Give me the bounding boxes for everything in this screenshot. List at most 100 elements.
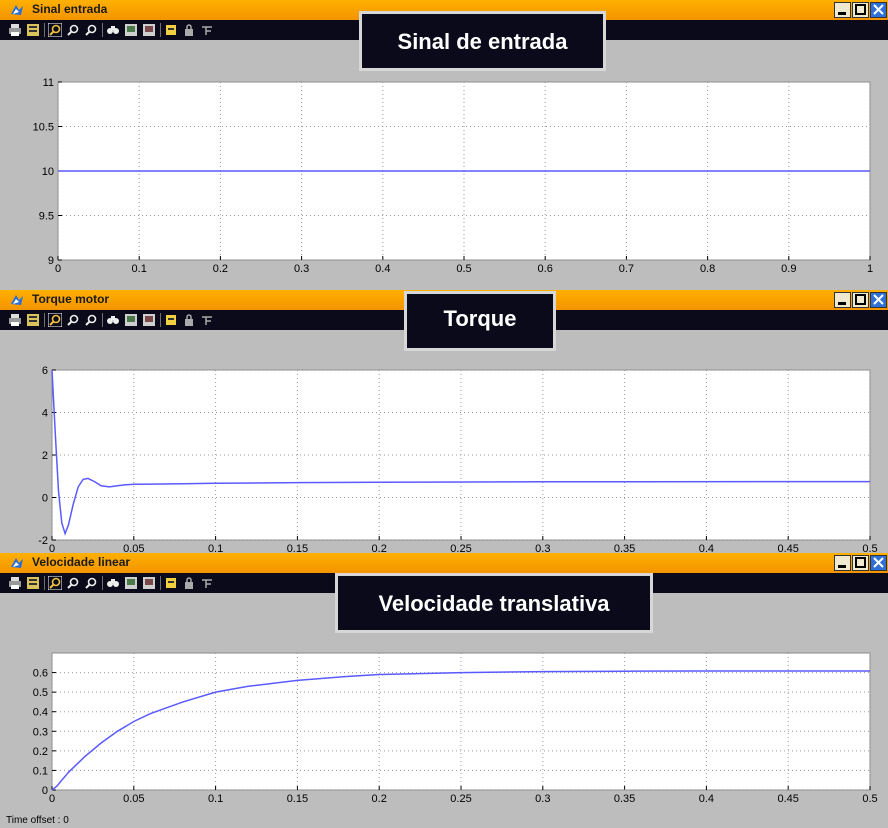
y-tick-label: -2 [38,535,48,547]
y-tick-label: 9.5 [39,211,54,223]
zoom-icon[interactable] [48,23,62,37]
simulink-scope-icon [11,295,23,305]
minimize-button[interactable] [834,555,851,571]
x-tick-label: 0.6 [538,263,553,275]
autoscale-icon[interactable] [106,313,120,327]
time-offset-label: Time offset : [6,815,61,826]
save-axes-icon[interactable] [124,576,138,590]
x-tick-label: 0 [49,793,55,805]
maximize-icon [855,557,866,568]
floating-scope-icon[interactable] [164,313,178,327]
minimize-button[interactable] [834,292,851,308]
plot-area: 0 0.05 0.1 0.15 0.2 0.25 0.3 0.35 0.4 0.45 0.5 0 0.1… [33,652,878,805]
restore-axes-icon[interactable] [142,23,156,37]
maximize-button[interactable] [852,555,869,571]
x-tick-label: 0.5 [862,793,877,805]
zoom-y-icon[interactable] [84,23,98,37]
restore-axes-icon[interactable] [142,313,156,327]
y-tick-label: 9 [48,255,54,267]
y-tick-label: 0 [42,493,48,505]
restore-axes-icon[interactable] [142,576,156,590]
y-tick-label: 2 [42,450,48,462]
maximize-icon [855,294,866,305]
toolbar-separator [160,576,161,590]
toolbar-separator [102,23,103,37]
x-tick-label: 0.1 [208,793,223,805]
save-axes-icon[interactable] [124,23,138,37]
x-tick-label: 0.35 [614,793,635,805]
x-tick-label: 0.3 [294,263,309,275]
x-tick-label: 0.05 [123,793,144,805]
close-icon [873,557,884,568]
x-tick-label: 0.35 [614,543,635,553]
print-icon[interactable] [8,23,22,37]
y-tick-label: 0.2 [33,746,48,758]
print-icon[interactable] [8,313,22,327]
x-tick-label: 0.3 [535,543,550,553]
x-tick-label: 0.2 [372,793,387,805]
y-tick-label: 10.5 [33,122,54,134]
window-title: Velocidade linear [32,555,131,569]
x-tick-label: 0.5 [862,543,877,553]
x-tick-label: 0.4 [699,793,714,805]
x-tick-label: 0.1 [208,543,223,553]
y-tick-label: 4 [42,408,48,420]
zoom-y-icon[interactable] [84,313,98,327]
x-tick-label: 0.25 [450,543,471,553]
scope-window-velocidade: Velocidade linear Velocidade translativa… [0,553,888,828]
zoom-x-icon[interactable] [66,313,80,327]
toolbar-separator [44,576,45,590]
close-icon [873,294,884,305]
x-tick-label: 0.3 [535,793,550,805]
save-axes-icon[interactable] [124,313,138,327]
zoom-x-icon[interactable] [66,576,80,590]
floating-scope-icon[interactable] [164,576,178,590]
toolbar-separator [102,313,103,327]
x-tick-label: 0.5 [456,263,471,275]
zoom-y-icon[interactable] [84,576,98,590]
close-button[interactable] [870,555,887,571]
parameters-icon[interactable] [26,313,40,327]
minimize-button[interactable] [834,2,851,18]
x-tick-label: 0.25 [450,793,471,805]
maximize-button[interactable] [852,2,869,18]
zoom-icon[interactable] [48,313,62,327]
lock-icon[interactable] [182,23,196,37]
print-icon[interactable] [8,576,22,590]
toolbar-separator [102,576,103,590]
y-tick-label: 0.3 [33,726,48,738]
minimize-icon [838,302,846,305]
y-tick-label: 0 [42,785,48,797]
autoscale-icon[interactable] [106,576,120,590]
close-button[interactable] [870,2,887,18]
parameters-icon[interactable] [26,576,40,590]
close-icon [873,4,884,15]
lock-icon[interactable] [182,576,196,590]
signal-selection-icon[interactable] [200,576,214,590]
toolbar-separator [160,313,161,327]
zoom-x-icon[interactable] [66,23,80,37]
x-tick-label: 0.8 [700,263,715,275]
x-tick-label: 0 [49,543,55,553]
time-offset-status: Time offset : 0 [6,815,69,826]
window-title: Sinal entrada [32,2,108,16]
x-tick-label: 0.05 [123,543,144,553]
y-tick-label: 0.6 [33,668,48,680]
window-title: Torque motor [32,292,110,306]
title-bar[interactable]: Velocidade linear [0,553,888,573]
close-button[interactable] [870,292,887,308]
x-tick-label: 0.4 [699,543,714,553]
parameters-icon[interactable] [26,23,40,37]
signal-selection-icon[interactable] [200,23,214,37]
x-tick-label: 0.15 [287,543,308,553]
autoscale-icon[interactable] [106,23,120,37]
maximize-button[interactable] [852,292,869,308]
signal-selection-icon[interactable] [200,313,214,327]
zoom-icon[interactable] [48,576,62,590]
lock-icon[interactable] [182,313,196,327]
x-tick-label: 0.15 [287,793,308,805]
floating-scope-icon[interactable] [164,23,178,37]
y-tick-label: 0.5 [33,687,48,699]
x-tick-label: 0 [55,263,61,275]
x-tick-label: 0.7 [619,263,634,275]
